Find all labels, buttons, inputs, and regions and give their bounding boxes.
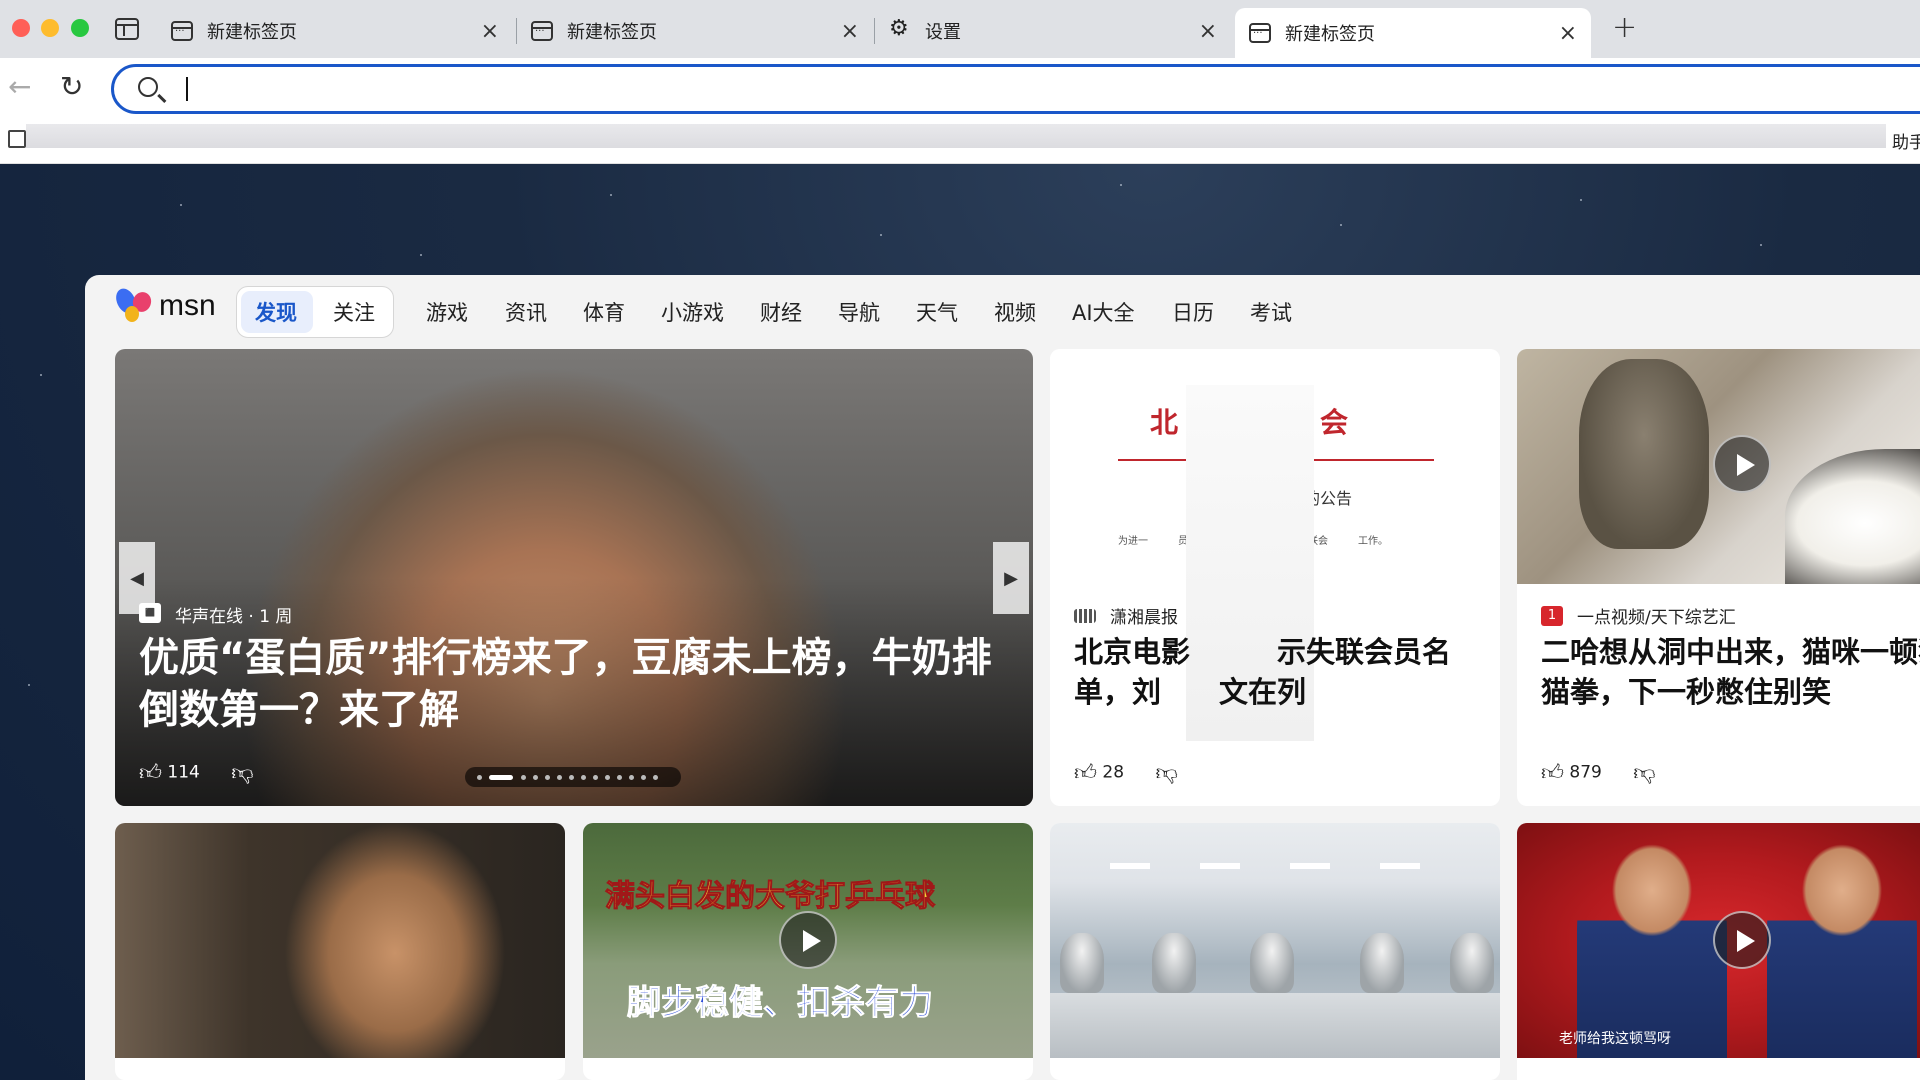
card-title[interactable]: 二哈想从洞中出来，猫咪一顿猫猫拳，下一秒憋住别笑 xyxy=(1541,632,1920,712)
card-reactions: 👍︎ 879 👎︎ xyxy=(1541,759,1656,786)
hero-reactions: 👍︎ 114 👎︎ xyxy=(139,759,254,786)
tab-title: 新建标签页 xyxy=(567,22,657,43)
address-bar[interactable] xyxy=(111,64,1920,114)
video-caption: 老师给我这顿骂呀 xyxy=(1559,1031,1671,1047)
close-tab-icon[interactable]: × xyxy=(841,19,859,44)
carousel-indicator xyxy=(465,767,681,787)
like-count: 28 xyxy=(1102,762,1125,783)
thumbs-up-icon[interactable]: 👍︎ xyxy=(139,759,162,786)
nav-sports[interactable]: 体育 xyxy=(583,297,625,327)
pets-video-thumbnail xyxy=(1517,349,1920,584)
performer-left xyxy=(1577,843,1727,1058)
thumbs-down-icon[interactable]: 👎︎ xyxy=(1155,759,1177,786)
tab-discover[interactable]: 发现 xyxy=(255,297,297,327)
like-count: 114 xyxy=(167,762,200,783)
nav-games[interactable]: 游戏 xyxy=(426,297,468,327)
thumbs-down-icon[interactable]: 👎︎ xyxy=(1633,759,1655,786)
new-tab-page-icon xyxy=(1249,23,1271,43)
card-reactions: 👍︎ 28 👎︎ xyxy=(1074,759,1178,786)
source-logo-icon: ⬛ xyxy=(139,603,161,623)
card-source: 潇湘晨报 xyxy=(1074,603,1178,628)
bookmarks-redacted xyxy=(26,124,1886,148)
nav-exam[interactable]: 考试 xyxy=(1250,297,1292,327)
nav-mini-games[interactable]: 小游戏 xyxy=(661,297,724,327)
play-icon[interactable] xyxy=(779,911,837,969)
bookmark-assistant[interactable]: 助手 xyxy=(1892,128,1920,153)
msn-wordmark: msn xyxy=(159,289,216,322)
news-card-robots[interactable] xyxy=(1050,823,1500,1080)
tab-title: 设置 xyxy=(925,22,961,43)
text-caret xyxy=(186,77,188,101)
news-card-announcement[interactable]: 北 协会 的公告 为进一 员信息档案，本协会现正对失联会 工作。 潇湘晨报 北京… xyxy=(1050,349,1500,806)
tab-strip: 新建标签页 × 新建标签页 × ⚙ 设置 × 新建标签页 × + xyxy=(0,0,1920,58)
maximize-window-button[interactable] xyxy=(71,19,89,37)
new-tab-button[interactable]: + xyxy=(1612,10,1637,45)
nav-weather[interactable]: 天气 xyxy=(916,297,958,327)
card-title[interactable]: 北京电影 示失联会员名单，刘 文在列 xyxy=(1074,632,1494,712)
nav-news[interactable]: 资讯 xyxy=(505,297,547,327)
tab-new-tab-2[interactable]: 新建标签页 × xyxy=(517,10,873,52)
like-count: 879 xyxy=(1569,762,1602,783)
close-tab-icon[interactable]: × xyxy=(1199,19,1217,44)
search-icon xyxy=(138,77,158,97)
video-card-crosstalk[interactable]: 老师给我这顿骂呀 xyxy=(1517,823,1920,1080)
msn-logo[interactable]: msn xyxy=(112,285,216,324)
thumbs-up-icon[interactable]: 👍︎ xyxy=(1074,759,1097,786)
source-logo-icon xyxy=(1074,608,1096,623)
cat-figure xyxy=(1579,359,1709,549)
thumbs-up-icon[interactable]: 👍︎ xyxy=(1541,759,1564,786)
video-caption-bottom: 脚步稳健、扣杀有力 xyxy=(627,983,934,1024)
card-source: 1 一点视频/天下综艺汇 xyxy=(1541,603,1736,628)
hero-title[interactable]: 优质“蛋白质”排行榜来了，豆腐未上榜，牛奶排倒数第一？来了解 xyxy=(139,632,1009,736)
portrait-image xyxy=(115,823,565,1058)
hero-shade xyxy=(115,349,1033,806)
tab-new-tab-1[interactable]: 新建标签页 × xyxy=(157,10,513,52)
nav-finance[interactable]: 财经 xyxy=(760,297,802,327)
address-input[interactable] xyxy=(182,75,1882,105)
play-icon[interactable] xyxy=(1713,435,1771,493)
performer-right xyxy=(1767,843,1917,1058)
hero-card[interactable]: ◀ ▶ ⬛ 华声在线 · 1 周 优质“蛋白质”排行榜来了，豆腐未上榜，牛奶排倒… xyxy=(115,349,1033,806)
play-icon[interactable] xyxy=(1713,911,1771,969)
thumbs-down-icon[interactable]: 👎︎ xyxy=(231,759,253,786)
hero-source: 华声在线 · 1 周 xyxy=(175,607,293,627)
video-card-pets[interactable]: 1 一点视频/天下综艺汇 二哈想从洞中出来，猫咪一顿猫猫拳，下一秒憋住别笑 👍︎… xyxy=(1517,349,1920,806)
new-tab-page-icon xyxy=(171,21,193,41)
browser-toolbar: ← ↻ xyxy=(0,58,1920,122)
new-tab-page-icon xyxy=(531,21,553,41)
tab-settings[interactable]: ⚙ 设置 × xyxy=(875,10,1231,52)
minimize-window-button[interactable] xyxy=(41,19,59,37)
dog-figure xyxy=(1785,449,1920,584)
carousel-next-button[interactable]: ▶ xyxy=(993,542,1029,614)
tab-new-tab-active[interactable]: 新建标签页 × xyxy=(1235,8,1591,58)
close-tab-icon[interactable]: × xyxy=(1559,21,1577,46)
reload-button[interactable]: ↻ xyxy=(60,70,83,103)
msn-butterfly-icon xyxy=(112,285,155,324)
robots-image xyxy=(1050,823,1500,1058)
gear-icon: ⚙ xyxy=(889,16,909,41)
close-tab-icon[interactable]: × xyxy=(481,19,499,44)
tab-follow[interactable]: 关注 xyxy=(333,297,375,327)
nav-ai[interactable]: AI大全 xyxy=(1072,297,1135,327)
news-card-portrait[interactable] xyxy=(115,823,565,1080)
feed-mode-switch: 发现 关注 xyxy=(236,286,394,338)
pingpong-video-thumbnail: 满头白发的大爷打乒乓球 脚步稳健、扣杀有力 xyxy=(583,823,1033,1058)
folder-icon[interactable] xyxy=(8,130,26,148)
bookmarks-bar: 助手 xyxy=(0,122,1920,164)
crosstalk-video-thumbnail: 老师给我这顿骂呀 xyxy=(1517,823,1920,1058)
video-card-pingpong[interactable]: 满头白发的大爷打乒乓球 脚步稳健、扣杀有力 xyxy=(583,823,1033,1080)
nav-navigation[interactable]: 导航 xyxy=(838,297,880,327)
tab-title: 新建标签页 xyxy=(207,22,297,43)
nav-calendar[interactable]: 日历 xyxy=(1172,297,1214,327)
source-logo-icon: 1 xyxy=(1541,605,1563,626)
tab-title: 新建标签页 xyxy=(1285,24,1375,45)
close-window-button[interactable] xyxy=(12,19,30,37)
nav-video[interactable]: 视频 xyxy=(994,297,1036,327)
video-caption-top: 满头白发的大爷打乒乓球 xyxy=(605,879,936,915)
back-button[interactable]: ← xyxy=(8,70,31,103)
sidebar-toggle-icon[interactable] xyxy=(115,18,139,40)
